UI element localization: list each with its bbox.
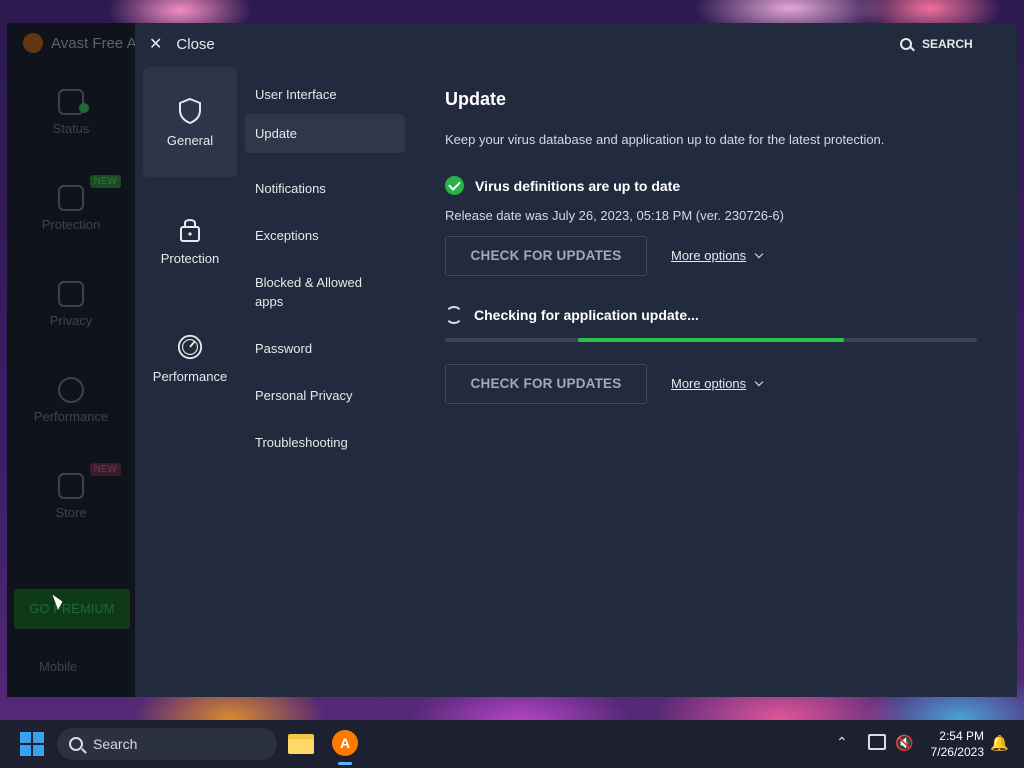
- main-nav-status[interactable]: Status: [7, 73, 135, 165]
- sync-icon: [445, 306, 463, 324]
- subnav-user-interface[interactable]: User Interface: [245, 75, 405, 114]
- notification-bell-icon[interactable]: 🔔: [990, 734, 1009, 752]
- main-nav-label: Protection: [41, 217, 101, 232]
- close-label: Close: [176, 35, 215, 53]
- virus-definitions-status: Virus definitions are up to date: [445, 176, 680, 195]
- more-options-label: More options: [671, 248, 747, 263]
- new-badge: NEW: [89, 175, 121, 188]
- avast-logo-icon: [23, 33, 43, 53]
- category-protection[interactable]: Protection: [143, 185, 237, 295]
- shield-icon: [177, 97, 203, 125]
- file-explorer-icon[interactable]: [288, 732, 314, 754]
- cart-icon: [58, 473, 84, 499]
- tray-chevron-up-icon[interactable]: ⌃: [836, 734, 848, 751]
- category-performance[interactable]: Performance: [143, 303, 237, 413]
- check-for-updates-button[interactable]: CHECK FOR UPDATES: [445, 236, 647, 276]
- main-nav-label: Status: [52, 121, 90, 136]
- main-nav-protection[interactable]: NEW Protection: [7, 169, 135, 261]
- search-icon: [69, 737, 83, 751]
- go-premium-button[interactable]: GO PREMIUM: [14, 589, 130, 629]
- subnav-personal-privacy[interactable]: Personal Privacy: [245, 376, 405, 415]
- more-options-link-2[interactable]: More options: [671, 376, 764, 391]
- category-label: Protection: [160, 251, 220, 266]
- release-info: Release date was July 26, 2023, 05:18 PM…: [445, 208, 784, 223]
- network-icon[interactable]: [868, 734, 886, 750]
- virus-status-text: Virus definitions are up to date: [475, 177, 681, 194]
- more-options-label: More options: [671, 376, 747, 391]
- speedometer-icon: [177, 333, 203, 361]
- active-app-indicator: [338, 762, 352, 765]
- subnav-blocked-allowed-apps[interactable]: Blocked & Allowed apps: [245, 263, 395, 321]
- main-nav-store[interactable]: NEW Store: [7, 457, 135, 549]
- close-button[interactable]: ✕ Close: [149, 34, 215, 54]
- category-label: General: [166, 133, 214, 148]
- search-label: SEARCH: [922, 37, 973, 51]
- settings-panel: ✕ Close SEARCH General Protection Perfor…: [135, 23, 1017, 697]
- main-nav-privacy[interactable]: Privacy: [7, 265, 135, 357]
- page-title: Update: [445, 89, 507, 109]
- taskbar: Search A ⌃ 🔇 2:54 PM 7/26/2023 🔔: [0, 720, 1024, 768]
- search-icon: [900, 38, 912, 50]
- page-description: Keep your virus database and application…: [445, 132, 885, 147]
- update-progress-bar: [445, 338, 977, 342]
- chevron-down-icon: [754, 249, 764, 258]
- app-status-text: Checking for application update...: [474, 307, 699, 323]
- lock-icon: [58, 185, 84, 211]
- mobile-nav-item[interactable]: Mobile: [39, 659, 77, 674]
- main-nav-label: Store: [55, 505, 87, 520]
- chevron-down-icon: [754, 377, 764, 386]
- category-general[interactable]: General: [143, 67, 237, 177]
- subnav-troubleshooting[interactable]: Troubleshooting: [245, 423, 405, 462]
- app-title: Avast Free A: [51, 34, 137, 52]
- main-nav-label: Performance: [33, 409, 109, 424]
- search-button[interactable]: SEARCH: [900, 37, 973, 51]
- subnav-notifications[interactable]: Notifications: [245, 169, 405, 208]
- more-options-link[interactable]: More options: [671, 248, 764, 263]
- subnav-exceptions[interactable]: Exceptions: [245, 216, 405, 255]
- subnav-password[interactable]: Password: [245, 329, 405, 368]
- update-progress-fill: [578, 338, 844, 342]
- avast-taskbar-icon[interactable]: A: [332, 730, 358, 756]
- clock-time: 2:54 PM: [939, 729, 984, 743]
- clock[interactable]: 2:54 PM 7/26/2023: [920, 728, 984, 760]
- volume-muted-icon[interactable]: 🔇: [895, 734, 914, 752]
- status-ok-dot: [79, 103, 89, 113]
- lock-icon: [177, 215, 203, 243]
- category-label: Performance: [152, 369, 228, 384]
- windows-start-icon[interactable]: [20, 732, 44, 756]
- clock-date: 7/26/2023: [930, 745, 984, 759]
- taskbar-search[interactable]: Search: [57, 728, 277, 760]
- taskbar-search-placeholder: Search: [93, 736, 138, 752]
- new-badge: NEW: [89, 463, 121, 476]
- subnav-update[interactable]: Update: [245, 114, 405, 153]
- main-nav-label: Privacy: [49, 313, 93, 328]
- check-for-updates-button-2[interactable]: CHECK FOR UPDATES: [445, 364, 647, 404]
- speedometer-icon: [58, 377, 84, 403]
- fingerprint-icon: [58, 281, 84, 307]
- app-update-status: Checking for application update...: [445, 306, 699, 324]
- check-circle-icon: [445, 176, 464, 195]
- main-nav-performance[interactable]: Performance: [7, 361, 135, 453]
- app-title-bar: Avast Free A: [23, 33, 137, 53]
- close-icon: ✕: [149, 36, 163, 53]
